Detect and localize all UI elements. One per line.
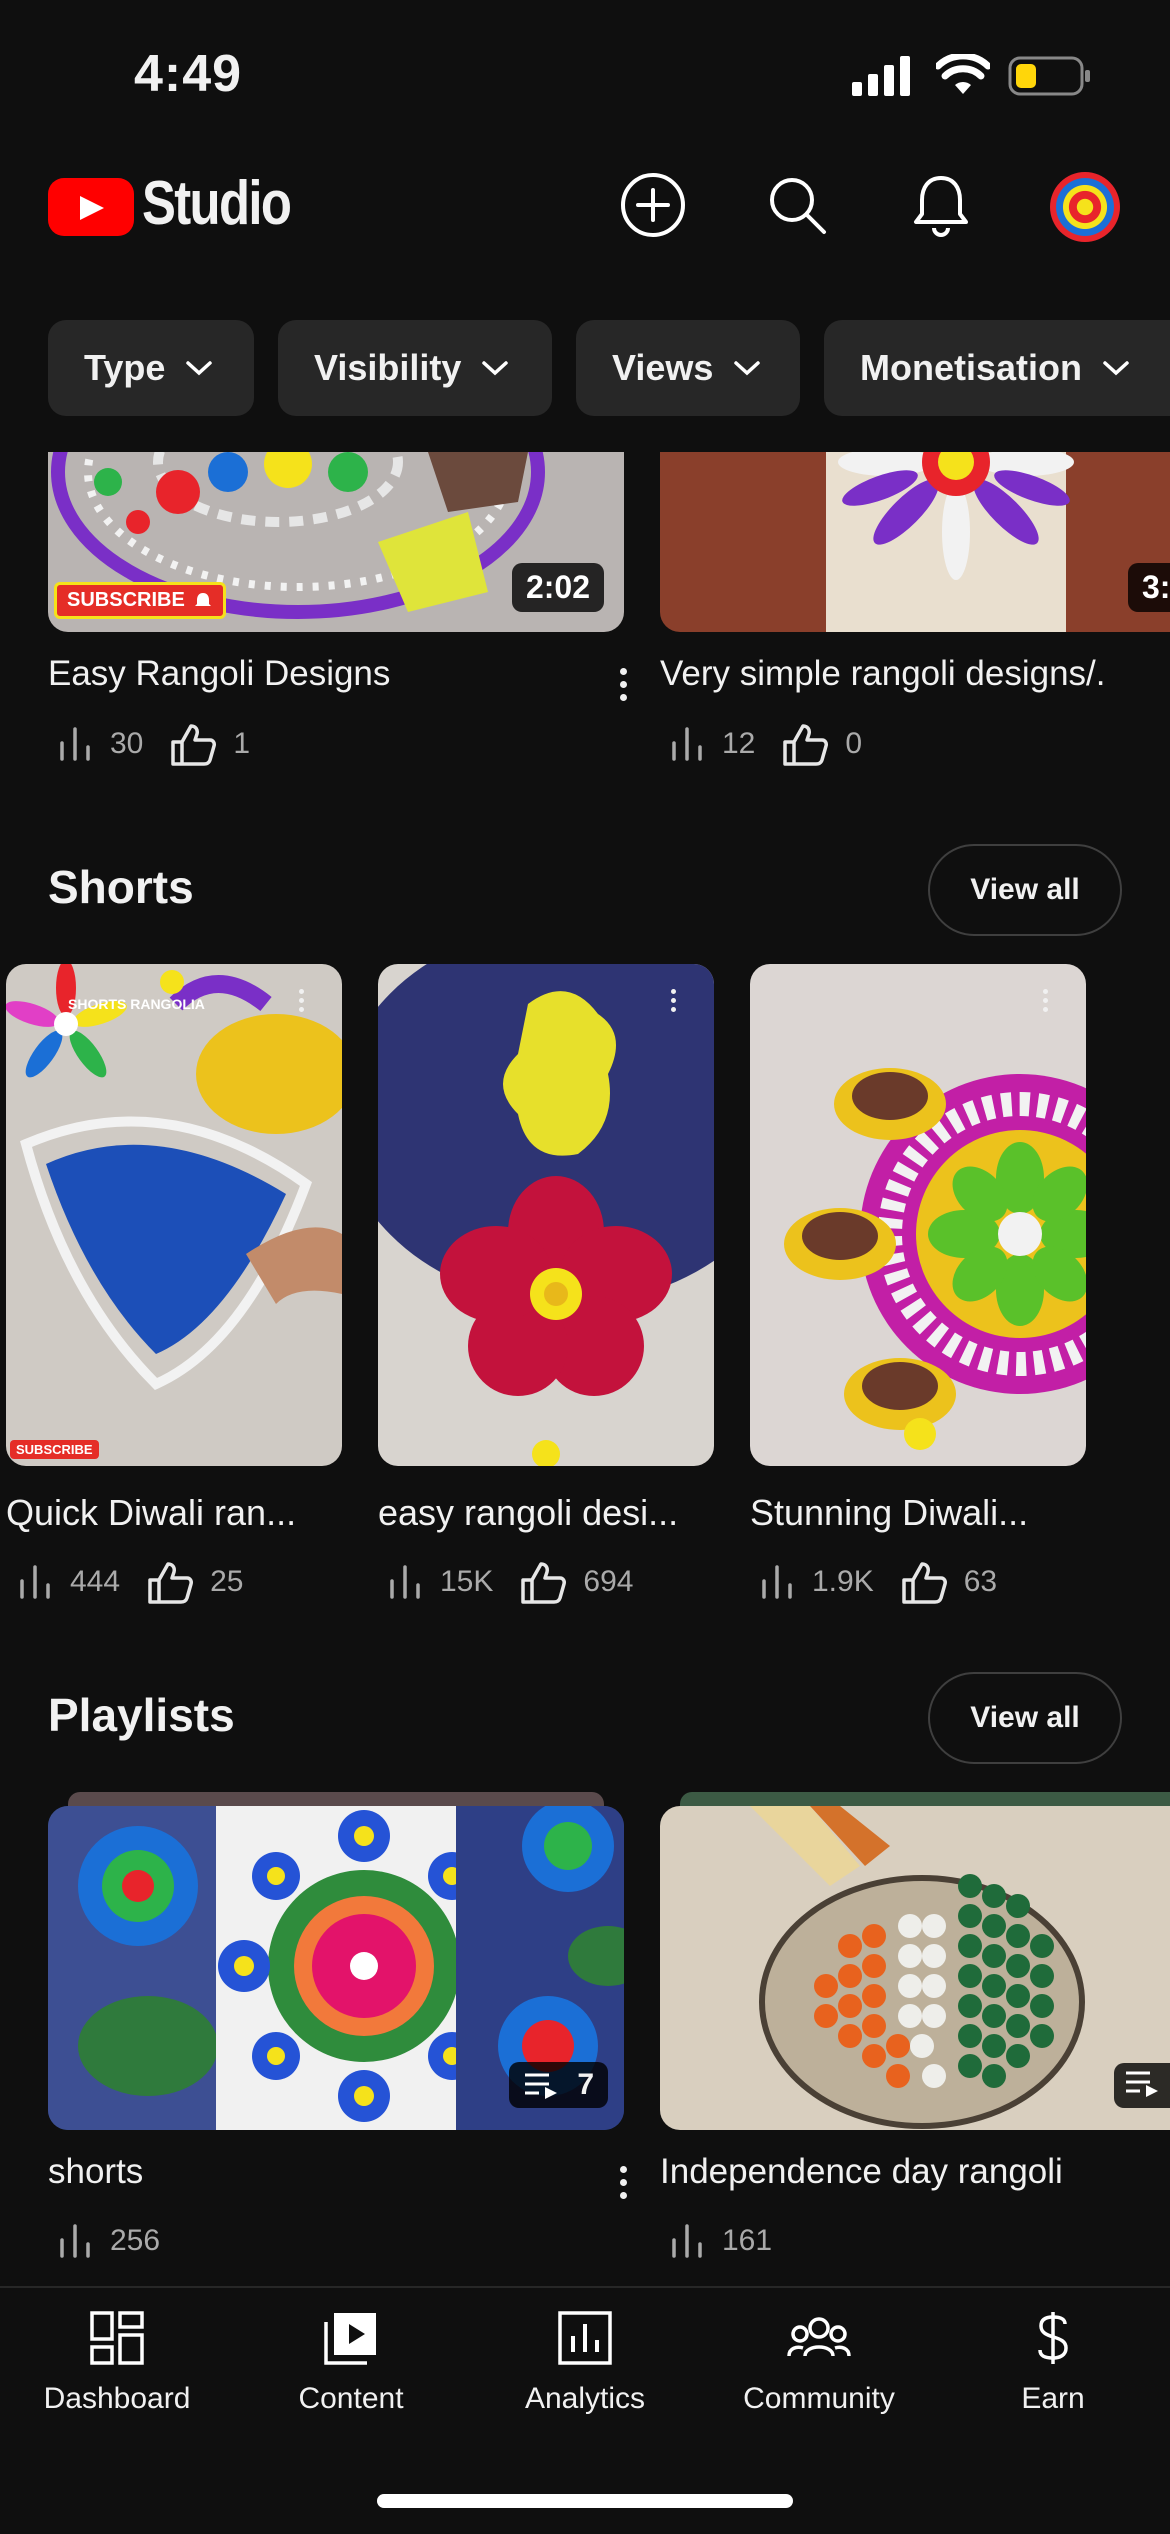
short-overlay-text: SHORTS RANGOLIA (68, 996, 205, 1012)
short-stats: 444 25 (16, 1560, 243, 1604)
video-stats: 30 1 (56, 722, 250, 766)
like-icon (171, 724, 217, 766)
playlist-thumbnail[interactable] (660, 1806, 1170, 2130)
playlist-icon (1126, 2071, 1158, 2097)
filter-chip-monetisation[interactable]: Monetisation (824, 320, 1170, 416)
wifi-icon (936, 54, 990, 94)
video-duration: 2:02 (511, 563, 604, 612)
more-options-icon[interactable] (608, 654, 638, 714)
like-icon (148, 1562, 194, 1604)
playlist-thumbnail[interactable]: 7 (48, 1806, 624, 2130)
home-indicator[interactable] (377, 2494, 793, 2508)
playlist-title[interactable]: shorts (48, 2152, 143, 2192)
shorts-view-all-button[interactable]: View all (928, 844, 1122, 936)
chevron-down-icon (482, 361, 509, 376)
like-icon (901, 1562, 947, 1604)
playlist-stats: 256 (56, 2222, 160, 2260)
playlist-count-badge: 7 (509, 2062, 608, 2108)
youtube-logo-icon[interactable] (48, 178, 134, 236)
short-thumbnail[interactable] (750, 964, 1086, 1466)
views-icon (390, 1565, 420, 1599)
video-thumbnail[interactable]: 3: (660, 452, 1170, 632)
chevron-down-icon (186, 361, 213, 376)
views-icon (762, 1565, 792, 1599)
video-title[interactable]: Very simple rangoli designs/. (660, 654, 1106, 694)
views-icon (20, 1565, 50, 1599)
nav-item-content[interactable]: Content (234, 2310, 468, 2416)
community-icon (787, 2317, 851, 2357)
filter-chip-views[interactable]: Views (576, 320, 800, 416)
dashboard-icon (90, 2311, 144, 2365)
views-icon (672, 727, 702, 761)
more-options-icon[interactable] (286, 980, 316, 1020)
short-stats: 15K 694 (386, 1560, 633, 1604)
views-icon (60, 727, 90, 761)
shorts-section-title: Shorts (48, 861, 194, 913)
short-thumbnail[interactable]: SHORTS RANGOLIA SUBSCRIBE (6, 964, 342, 1466)
short-title[interactable]: Stunning Diwali... (750, 1492, 1028, 1534)
filter-chip-type[interactable]: Type (48, 320, 254, 416)
subscribe-badge: SUBSCRIBE (54, 582, 226, 619)
video-duration: 3: (1128, 563, 1170, 612)
like-icon (521, 1562, 567, 1604)
earn-icon (1038, 2312, 1068, 2364)
video-title[interactable]: Easy Rangoli Designs (48, 654, 390, 694)
avatar[interactable] (1050, 172, 1120, 242)
create-icon[interactable] (618, 170, 688, 240)
chevron-down-icon (734, 361, 761, 376)
views-icon (60, 2224, 90, 2258)
playlist-stats: 161 (668, 2222, 772, 2260)
filter-chip-visibility[interactable]: Visibility (278, 320, 552, 416)
bell-icon (194, 592, 211, 606)
video-thumbnail[interactable]: SUBSCRIBE 2:02 (48, 452, 624, 632)
nav-item-analytics[interactable]: Analytics (468, 2310, 702, 2416)
like-icon (783, 724, 829, 766)
playlist-icon (525, 2073, 558, 2099)
playlists-section-title: Playlists (48, 1689, 235, 1741)
playlist-title[interactable]: Independence day rangoli (660, 2152, 1063, 2192)
content-icon (324, 2313, 376, 2365)
more-options-icon[interactable] (658, 980, 688, 1020)
nav-item-earn[interactable]: Earn (936, 2310, 1170, 2416)
search-icon[interactable] (762, 170, 832, 240)
more-options-icon[interactable] (1030, 980, 1060, 1020)
battery-icon (1008, 56, 1090, 96)
short-thumbnail[interactable] (378, 964, 714, 1466)
short-title[interactable]: easy rangoli desi... (378, 1492, 678, 1534)
views-icon (672, 2224, 702, 2258)
short-title[interactable]: Quick Diwali ran... (6, 1492, 296, 1534)
playlist-count-badge (1114, 2063, 1170, 2108)
playlists-view-all-button[interactable]: View all (928, 1672, 1122, 1764)
chevron-down-icon (1103, 361, 1129, 376)
nav-item-community[interactable]: Community (702, 2310, 936, 2416)
subscribe-badge: SUBSCRIBE (10, 1440, 99, 1459)
more-options-icon[interactable] (608, 2152, 638, 2212)
brand-title: Studio (142, 169, 292, 238)
status-time: 4:49 (134, 45, 243, 103)
nav-item-dashboard[interactable]: Dashboard (0, 2310, 234, 2416)
short-stats: 1.9K 63 (758, 1560, 997, 1604)
notifications-icon[interactable] (906, 170, 976, 240)
video-stats: 12 0 (668, 722, 862, 766)
cellular-signal-icon (852, 56, 910, 96)
analytics-icon (558, 2311, 612, 2365)
